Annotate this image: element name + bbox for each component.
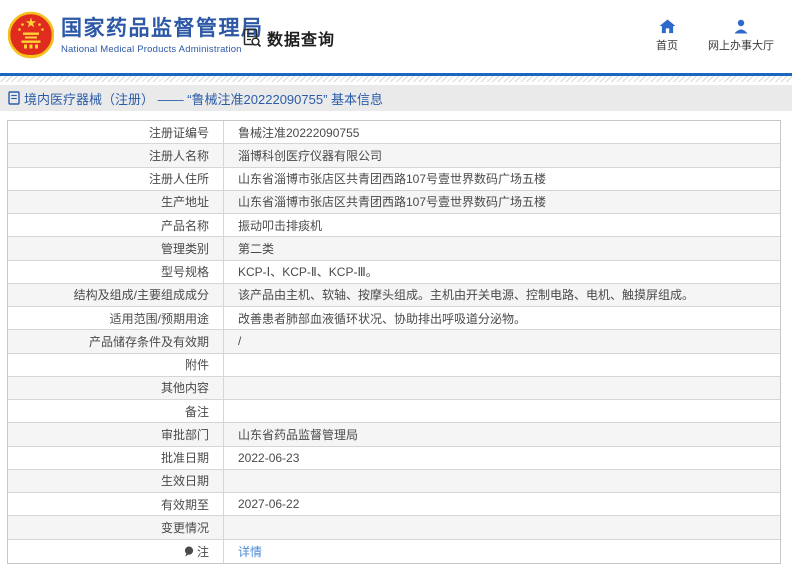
row-label: 管理类别 <box>8 237 224 260</box>
row-value: 振动叩击排痰机 <box>238 218 323 233</box>
nav-home-label: 首页 <box>656 40 678 52</box>
table-row: 注册人住所 山东省淄博市张店区共青团西路107号壹世界数码广场五楼 <box>8 167 780 191</box>
details-link[interactable]: 详情 <box>238 543 262 560</box>
table-row: 审批部门 山东省药品监督管理局 <box>8 423 780 447</box>
nav-home[interactable]: 首页 <box>656 19 678 53</box>
row-label: 注册人住所 <box>8 167 224 190</box>
nav-hall-label: 网上办事大厅 <box>708 40 774 52</box>
table-row: 变更情况 <box>8 516 780 540</box>
registration-info-table: 注册证编号 鲁械注准20222090755 注册人名称 淄博科创医疗仪器有限公司 注… <box>7 120 781 564</box>
row-value: 详情 <box>224 540 780 563</box>
table-row: 型号规格 KCP-Ⅰ、KCP-Ⅱ、KCP-Ⅲ。 <box>8 260 780 284</box>
row-value: 2027-06-22 <box>238 497 300 512</box>
table-row: 其他内容 <box>8 376 780 400</box>
row-value: 2022-06-23 <box>238 450 300 465</box>
table-row: 生效日期 <box>8 469 780 493</box>
row-value: 第二类 <box>238 241 275 256</box>
row-value: 该产品由主机、软轴、按摩头组成。主机由开关电源、控制电路、电机、触摸屏组成。 <box>238 288 695 303</box>
data-query-label: 数据查询 <box>267 32 336 49</box>
agency-logo: 国家药品监督管理局 National Medical Products Admi… <box>8 11 264 61</box>
table-row: 附件 <box>8 353 780 377</box>
row-label: 适用范围/预期用途 <box>8 307 224 330</box>
row-value: 山东省淄博市张店区共青团西路107号壹世界数码广场五楼 <box>238 195 547 210</box>
note-icon <box>184 546 194 557</box>
table-row: 注 详情 <box>8 539 780 563</box>
table-row: 生产地址 山东省淄博市张店区共青团西路107号壹世界数码广场五楼 <box>8 190 780 214</box>
row-label: 有效期至 <box>8 493 224 516</box>
row-label: 备注 <box>8 400 224 423</box>
row-label: 型号规格 <box>8 260 224 283</box>
row-value <box>224 400 780 422</box>
row-label: 生效日期 <box>8 469 224 492</box>
row-label: 产品名称 <box>8 214 224 237</box>
row-label: 产品储存条件及有效期 <box>8 330 224 353</box>
table-row: 备注 <box>8 400 780 424</box>
row-label: 生产地址 <box>8 190 224 213</box>
table-row: 适用范围/预期用途 改善患者肺部血液循环状况、协助排出呼吸道分泌物。 <box>8 307 780 331</box>
table-row: 产品储存条件及有效期 / <box>8 330 780 354</box>
person-icon <box>734 19 748 34</box>
row-value <box>224 470 780 492</box>
row-label: 审批部门 <box>8 423 224 446</box>
table-row: 批准日期 2022-06-23 <box>8 446 780 470</box>
site-header: 国家药品监督管理局 National Medical Products Admi… <box>0 0 792 73</box>
row-value: 改善患者肺部血液循环状况、协助排出呼吸道分泌物。 <box>238 311 527 326</box>
row-value: 鲁械注准20222090755 <box>238 125 360 140</box>
document-icon <box>8 91 20 105</box>
agency-title: 国家药品监督管理局 <box>61 17 264 41</box>
document-search-icon <box>243 28 262 48</box>
row-value: 淄博科创医疗仪器有限公司 <box>238 148 383 163</box>
row-value <box>224 377 780 399</box>
row-label: 注 <box>8 539 224 563</box>
national-emblem-icon <box>8 11 54 59</box>
table-row: 管理类别 第二类 <box>8 237 780 261</box>
row-label: 注册人名称 <box>8 144 224 167</box>
table-row: 结构及组成/主要组成成分 该产品由主机、软轴、按摩头组成。主机由开关电源、控制电路… <box>8 283 780 307</box>
row-value <box>224 516 780 538</box>
table-row: 注册证编号 鲁械注准20222090755 <box>8 121 780 145</box>
row-label: 变更情况 <box>8 516 224 539</box>
breadcrumb-text: 境内医疗器械（注册） —— “鲁械注准20222090755” 基本信息 <box>24 91 384 107</box>
row-value: / <box>238 334 242 349</box>
nav-service-hall[interactable]: 网上办事大厅 <box>708 19 774 53</box>
table-row: 产品名称 振动叩击排痰机 <box>8 214 780 238</box>
row-label: 注册证编号 <box>8 121 224 144</box>
row-label: 批准日期 <box>8 446 224 469</box>
row-label: 其他内容 <box>8 376 224 399</box>
table-row: 注册人名称 淄博科创医疗仪器有限公司 <box>8 144 780 168</box>
row-value <box>224 354 780 376</box>
row-label: 附件 <box>8 353 224 376</box>
agency-subtitle: National Medical Products Administration <box>61 43 242 55</box>
home-icon <box>659 19 675 34</box>
row-value: KCP-Ⅰ、KCP-Ⅱ、KCP-Ⅲ。 <box>238 265 378 280</box>
breadcrumb: 境内医疗器械（注册） —— “鲁械注准20222090755” 基本信息 <box>0 85 792 111</box>
row-value: 山东省药品监督管理局 <box>238 427 359 442</box>
data-query-section: 数据查询 <box>241 26 335 50</box>
row-label-text: 注 <box>196 544 209 559</box>
table-row: 有效期至 2027-06-22 <box>8 493 780 517</box>
row-value: 山东省淄博市张店区共青团西路107号壹世界数码广场五楼 <box>238 172 547 187</box>
hatch-band <box>0 76 792 82</box>
top-nav: 首页 网上办事大厅 <box>656 19 774 53</box>
row-label: 结构及组成/主要组成成分 <box>8 283 224 306</box>
